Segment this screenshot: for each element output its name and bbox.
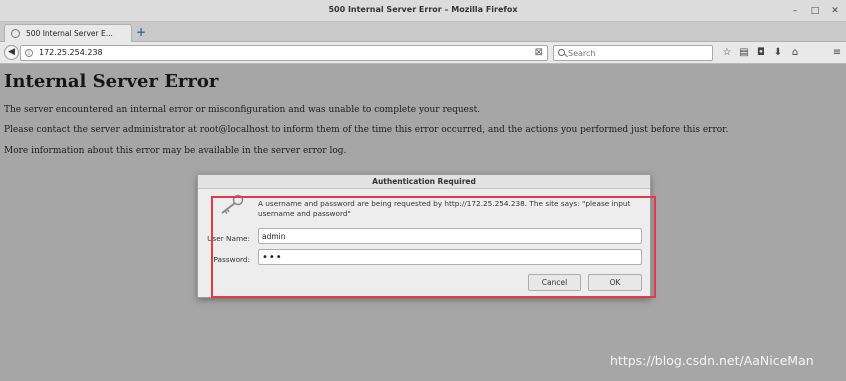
star-icon[interactable]: ☆: [720, 46, 734, 60]
info-icon[interactable]: i: [25, 49, 33, 57]
globe-icon: [11, 29, 20, 38]
search-bar[interactable]: [553, 45, 713, 61]
reading-list-icon[interactable]: ▤: [737, 46, 751, 60]
search-input[interactable]: [568, 47, 708, 59]
download-icon[interactable]: ⬇: [771, 46, 785, 60]
new-tab-button[interactable]: +: [136, 25, 146, 39]
dialog-title: Authentication Required: [198, 175, 650, 189]
url-bar[interactable]: i 172.25.254.238 ⊠: [20, 45, 548, 61]
error-message-line: Please contact the server administrator …: [4, 125, 729, 135]
tab-label: 500 Internal Server E...: [26, 29, 113, 38]
pocket-icon[interactable]: ◘: [754, 46, 768, 60]
search-icon: [558, 49, 565, 56]
dialog-message: A username and password are being reques…: [258, 199, 631, 218]
menu-icon[interactable]: ≡: [830, 46, 844, 60]
back-arrow-icon[interactable]: ◀: [4, 45, 19, 60]
minimize-icon[interactable]: –: [788, 4, 802, 18]
maximize-icon[interactable]: □: [808, 4, 822, 18]
error-message-line: More information about this error may be…: [4, 146, 347, 156]
key-icon: [221, 194, 244, 214]
password-label: Password:: [213, 255, 250, 264]
error-message-line: The server encountered an internal error…: [4, 105, 481, 115]
window-titlebar: 500 Internal Server Error – Mozilla Fire…: [0, 0, 846, 22]
ok-button[interactable]: OK: [588, 274, 642, 291]
tab-strip: 500 Internal Server E... +: [0, 22, 846, 42]
navigation-bar: ◀ i 172.25.254.238 ⊠ ☆ ▤ ◘ ⬇ ⌂ ≡: [0, 42, 846, 64]
username-label: User Name:: [207, 234, 250, 243]
authentication-dialog: Authentication Required A username and p…: [197, 174, 656, 298]
clear-icon[interactable]: ⊠: [535, 47, 543, 58]
url-text[interactable]: 172.25.254.238: [39, 48, 103, 57]
window-title: 500 Internal Server Error – Mozilla Fire…: [328, 5, 518, 14]
page-title: Internal Server Error: [4, 71, 219, 92]
username-field[interactable]: [258, 228, 642, 244]
close-window-icon[interactable]: ✕: [828, 4, 842, 18]
password-field[interactable]: [258, 249, 642, 265]
cancel-button[interactable]: Cancel: [528, 274, 581, 291]
tab-active[interactable]: 500 Internal Server E...: [4, 24, 132, 42]
watermark-text: https://blog.csdn.net/AaNiceMan: [610, 353, 814, 368]
home-icon[interactable]: ⌂: [788, 46, 802, 60]
